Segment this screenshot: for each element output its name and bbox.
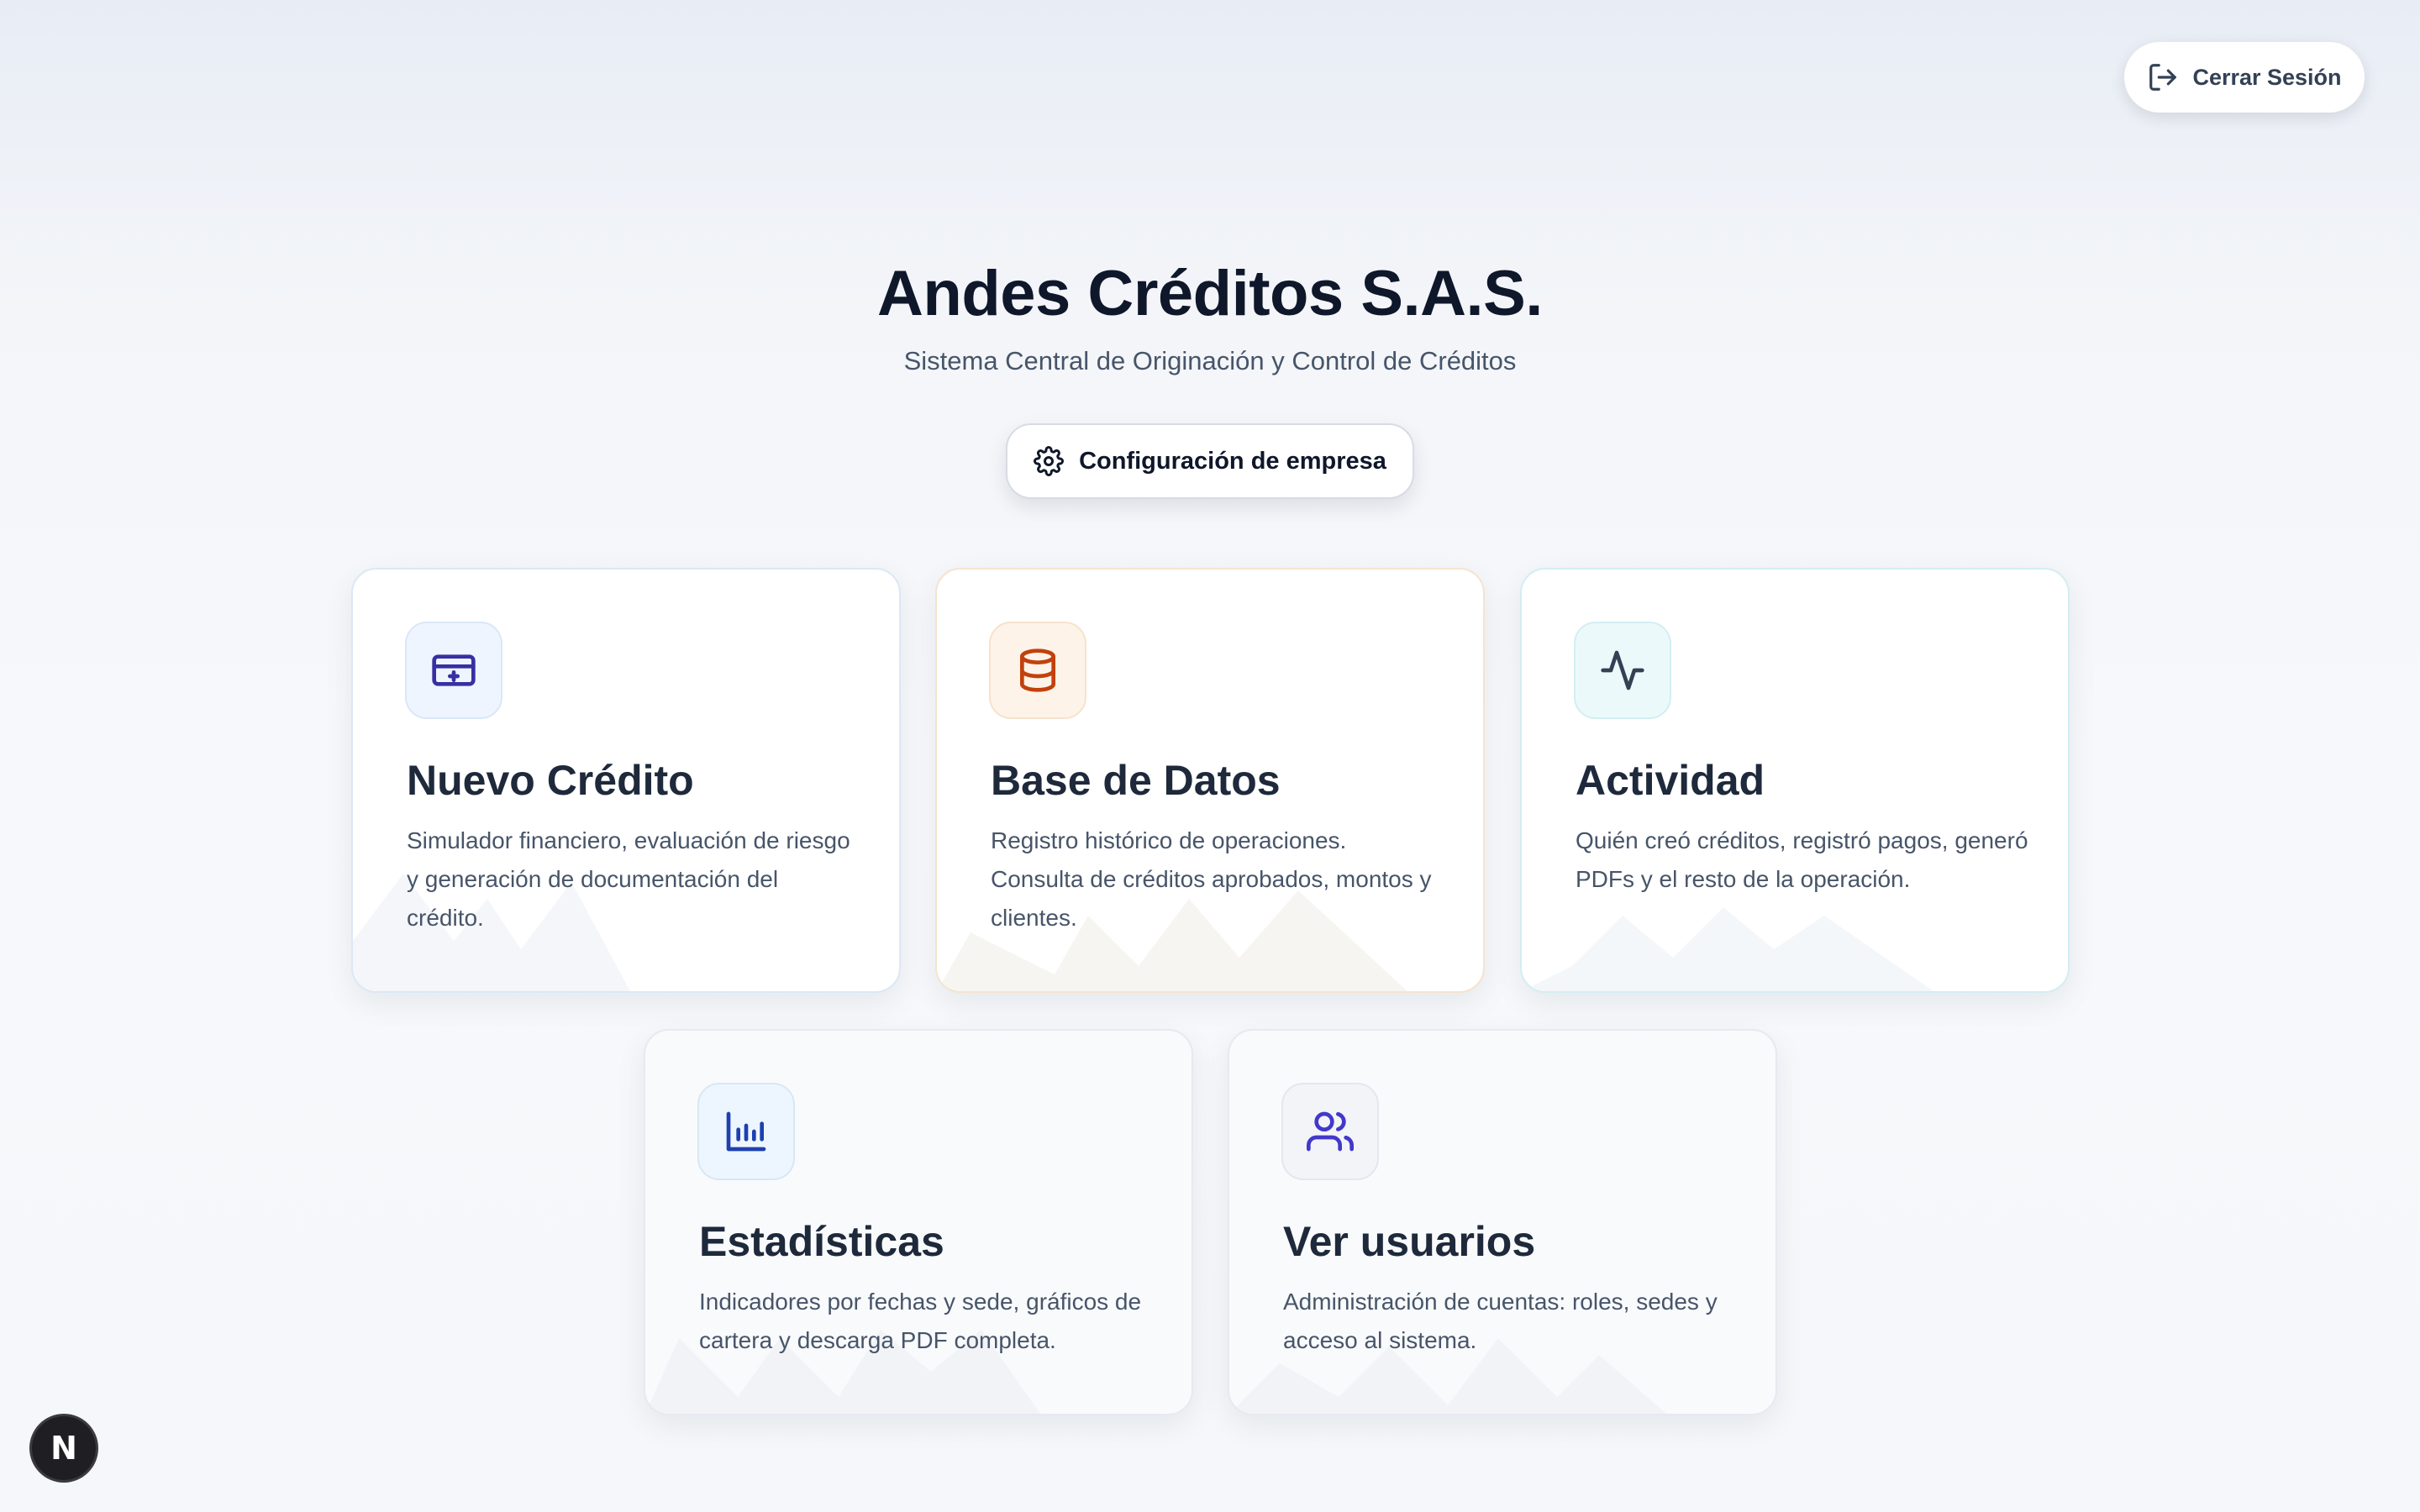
card-new-credit[interactable]: Nuevo Crédito Simulador financiero, eval…: [351, 568, 901, 993]
card-title: Estadísticas: [699, 1218, 944, 1265]
card-description: Quién creó créditos, registró pagos, gen…: [1576, 827, 2028, 892]
card-description: Simulador financiero, evaluación de ries…: [407, 827, 850, 931]
activity-icon: [1601, 650, 1644, 690]
page-subtitle: Sistema Central de Originación y Control…: [903, 346, 1517, 375]
card-description: Indicadores por fechas y sede, gráficos …: [699, 1289, 1142, 1353]
bar-chart-icon: [726, 1111, 766, 1152]
app-root: Cerrar Sesión Andes Créditos S.A.S. Sist…: [0, 0, 2420, 1512]
card-title: Ver usuarios: [1283, 1218, 1536, 1265]
nextjs-dev-badge[interactable]: N: [32, 1416, 96, 1480]
gear-icon: [1034, 446, 1065, 476]
card-description: Administración de cuentas: roles, sedes …: [1283, 1289, 1718, 1353]
company-settings-label: Configuración de empresa: [1079, 447, 1386, 475]
log-out-icon: [2149, 64, 2177, 91]
credit-card-icon-box: [405, 622, 502, 719]
company-settings-button[interactable]: Configuración de empresa: [1006, 423, 1414, 499]
database-icon-box: [989, 622, 1086, 719]
users-icon-box: [1281, 1083, 1379, 1180]
nextjs-icon: N: [50, 1430, 77, 1467]
card-statistics[interactable]: Estadísticas Indicadores por fechas y se…: [644, 1029, 1193, 1415]
card-users[interactable]: Ver usuarios Administración de cuentas: …: [1228, 1029, 1777, 1415]
card-description: Registro histórico de operaciones. Consu…: [991, 827, 1432, 931]
activity-icon-box: [1574, 622, 1671, 719]
logout-button[interactable]: Cerrar Sesión: [2124, 42, 2365, 113]
card-title: Base de Datos: [991, 757, 1281, 804]
logout-label: Cerrar Sesión: [2192, 64, 2342, 90]
card-title: Actividad: [1576, 757, 1765, 804]
database-icon: [1020, 648, 1055, 692]
page-title: Andes Créditos S.A.S.: [877, 258, 1543, 329]
bar-chart-icon-box: [697, 1083, 795, 1180]
card-database[interactable]: Base de Datos Registro histórico de oper…: [935, 568, 1485, 993]
card-activity[interactable]: Actividad Quién creó créditos, registró …: [1520, 568, 2070, 993]
credit-card-icon: [432, 654, 476, 686]
card-title: Nuevo Crédito: [407, 757, 694, 804]
users-icon: [1307, 1111, 1354, 1152]
